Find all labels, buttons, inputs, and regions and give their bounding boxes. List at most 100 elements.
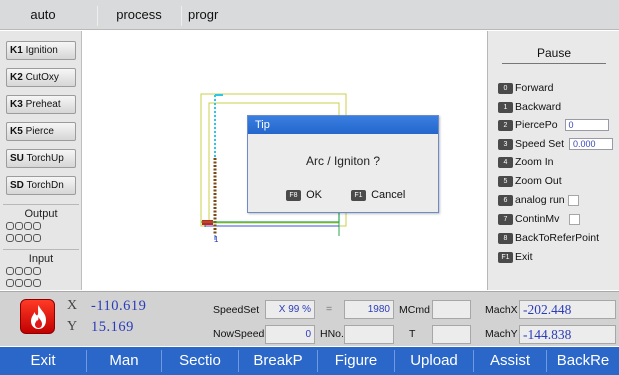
menu-item-label: Forward bbox=[515, 82, 554, 94]
output-led bbox=[24, 234, 32, 242]
dialog-title: Tip bbox=[248, 116, 438, 134]
speedset-percent-field[interactable]: X 99 % bbox=[265, 300, 315, 319]
menu-item-label: Backward bbox=[515, 101, 562, 113]
output-led bbox=[24, 222, 32, 230]
t-field bbox=[432, 325, 471, 344]
input-led bbox=[33, 267, 41, 275]
right-menu-panel: Pause 0 Forward 1 Backward 2 PiercePo 0 3 Sp… bbox=[487, 31, 619, 290]
key-2-icon: 2 bbox=[498, 119, 513, 131]
status-info-bar: X Y -110.619 15.169 SpeedSet X 99 % = 19… bbox=[0, 291, 619, 346]
tab-process[interactable]: process bbox=[98, 0, 180, 30]
input-led bbox=[24, 279, 32, 287]
key-f1-icon: F1 bbox=[498, 251, 513, 263]
key-f8-icon: F8 bbox=[286, 189, 301, 201]
t-label: T bbox=[409, 328, 416, 340]
key-code: K5 bbox=[10, 126, 23, 137]
pierce-button[interactable]: K5 Pierce bbox=[6, 122, 76, 141]
key-code: K2 bbox=[10, 72, 23, 83]
key-3-icon: 3 bbox=[498, 138, 513, 150]
input-led bbox=[6, 279, 14, 287]
cutoxy-button[interactable]: K2 CutOxy bbox=[6, 68, 76, 87]
input-led bbox=[33, 279, 41, 287]
flame-icon[interactable] bbox=[20, 299, 55, 334]
input-led bbox=[15, 279, 23, 287]
fkey-figure[interactable]: Figure bbox=[318, 347, 394, 375]
menu-item-speed-set[interactable]: 3 Speed Set 0.000 bbox=[498, 137, 613, 151]
menu-item-continmv[interactable]: 7 ContinMv bbox=[498, 212, 581, 226]
pierce-position-input[interactable]: 0 bbox=[564, 119, 609, 132]
analog-run-checkbox[interactable] bbox=[567, 194, 579, 206]
key-1-icon: 1 bbox=[498, 101, 513, 113]
menu-item-label: BackToReferPoint bbox=[515, 232, 600, 244]
machy-label: MachY bbox=[485, 328, 518, 340]
dialog-message: Arc / Igniton ? bbox=[305, 154, 381, 168]
ok-button[interactable]: F8 OK bbox=[286, 188, 322, 202]
cancel-button[interactable]: F1 Cancel bbox=[351, 188, 405, 202]
menu-item-exit[interactable]: F1 Exit bbox=[498, 250, 533, 264]
ok-button-label: OK bbox=[306, 189, 322, 201]
menu-item-label: ContinMv bbox=[515, 213, 560, 225]
output-led bbox=[15, 222, 23, 230]
hno-field bbox=[344, 325, 394, 344]
key-6-icon: 6 bbox=[498, 194, 513, 206]
tab-progr[interactable]: progr bbox=[182, 0, 232, 30]
y-axis-label: Y bbox=[67, 319, 78, 334]
machx-label: MachX bbox=[485, 304, 518, 316]
tip-dialog: Tip Arc / Igniton ? F8 OK F1 Cancel bbox=[247, 115, 439, 213]
menu-item-analog-run[interactable]: 6 analog run bbox=[498, 193, 579, 207]
output-led bbox=[6, 234, 14, 242]
menu-item-forward[interactable]: 0 Forward bbox=[498, 81, 554, 95]
input-label: Input bbox=[28, 253, 54, 265]
input-led bbox=[24, 267, 32, 275]
output-leds bbox=[6, 222, 48, 246]
output-led bbox=[6, 222, 14, 230]
x-coordinate-value: -110.619 bbox=[91, 298, 147, 314]
key-7-icon: 7 bbox=[498, 213, 513, 225]
menu-item-zoom-in[interactable]: 4 Zoom In bbox=[498, 155, 554, 169]
output-label: Output bbox=[24, 208, 58, 220]
fkey-man[interactable]: Man bbox=[87, 347, 161, 375]
fkey-assist[interactable]: Assist bbox=[474, 347, 546, 375]
key-code: SD bbox=[10, 180, 24, 191]
speed-set-input[interactable]: 0.000 bbox=[568, 138, 613, 151]
input-leds bbox=[6, 267, 48, 291]
menu-item-label: Zoom Out bbox=[515, 175, 562, 187]
button-label: TorchDn bbox=[26, 180, 64, 191]
button-label: Ignition bbox=[25, 45, 58, 56]
key-5-icon: 5 bbox=[498, 175, 513, 187]
key-8-icon: 8 bbox=[498, 232, 513, 244]
fkey-back-reference[interactable]: BackRe bbox=[547, 347, 619, 375]
y-coordinate-value: 15.169 bbox=[91, 319, 134, 335]
fkey-exit[interactable]: Exit bbox=[0, 347, 86, 375]
menu-item-back-to-refer-point[interactable]: 8 BackToReferPoint bbox=[498, 231, 599, 245]
nowspeed-field: 0 bbox=[265, 325, 315, 344]
torch-down-button[interactable]: SD TorchDn bbox=[6, 176, 76, 195]
function-key-bar: Exit Man Sectio BreakP Figure Upload Ass… bbox=[0, 347, 619, 375]
key-code: SU bbox=[10, 153, 24, 164]
pause-title[interactable]: Pause bbox=[502, 42, 606, 64]
torch-up-button[interactable]: SU TorchUp bbox=[6, 149, 76, 168]
key-f1-icon: F1 bbox=[351, 189, 366, 201]
equals-sign: = bbox=[326, 303, 333, 315]
preheat-button[interactable]: K3 Preheat bbox=[6, 95, 76, 114]
fkey-upload[interactable]: Upload bbox=[395, 347, 473, 375]
output-led bbox=[33, 222, 41, 230]
fkey-section[interactable]: Sectio bbox=[162, 347, 238, 375]
menu-item-label: Zoom In bbox=[515, 156, 554, 168]
output-led bbox=[33, 234, 41, 242]
menu-item-backward[interactable]: 1 Backward bbox=[498, 100, 561, 114]
fkey-breakpoint[interactable]: BreakP bbox=[239, 347, 317, 375]
tab-auto[interactable]: auto bbox=[0, 0, 86, 30]
continmv-checkbox[interactable] bbox=[569, 213, 581, 225]
key-code: K3 bbox=[10, 99, 23, 110]
speedset-label: SpeedSet bbox=[213, 304, 260, 316]
menu-item-zoom-out[interactable]: 5 Zoom Out bbox=[498, 174, 562, 188]
ignition-button[interactable]: K1 Ignition bbox=[6, 41, 76, 60]
button-label: Preheat bbox=[25, 99, 61, 110]
machx-value: -202.448 bbox=[519, 300, 616, 319]
menu-item-label: analog run bbox=[515, 194, 565, 206]
output-indicator-group: Output bbox=[3, 204, 79, 248]
menu-item-piercepo[interactable]: 2 PiercePo 0 bbox=[498, 118, 609, 132]
menu-item-label: PiercePo bbox=[515, 119, 558, 131]
button-label: TorchUp bbox=[26, 153, 64, 164]
